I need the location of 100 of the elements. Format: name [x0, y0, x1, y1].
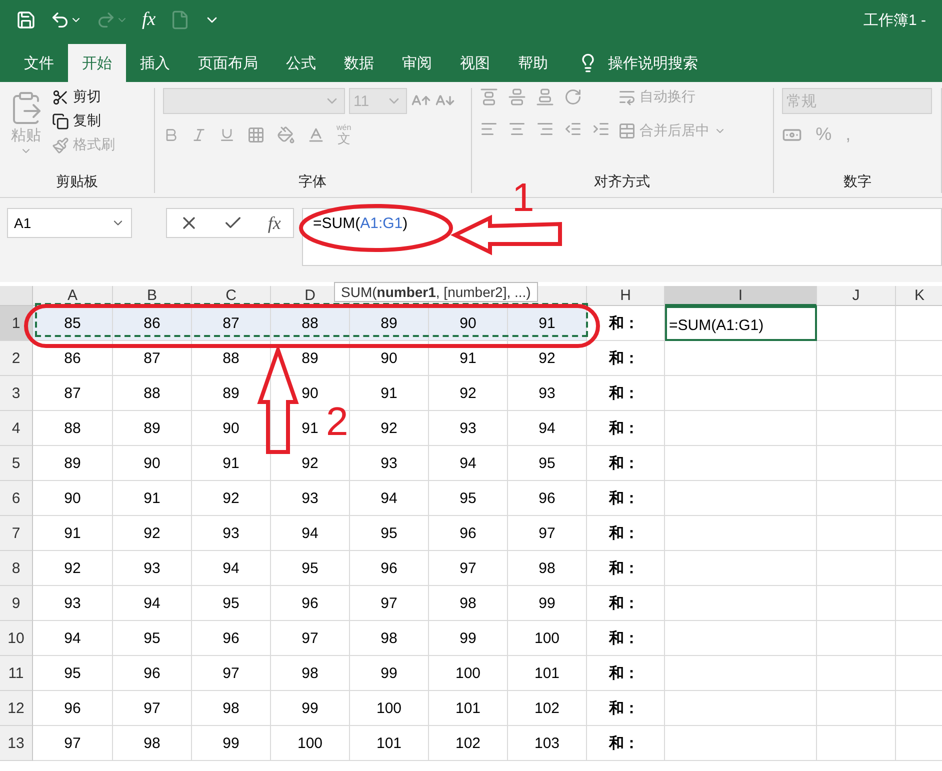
underline-icon[interactable]	[218, 126, 235, 142]
table-cell: 96	[350, 551, 429, 586]
table-cell: 89	[33, 446, 113, 481]
table-cell: 98	[192, 691, 271, 726]
ribbon-tab[interactable]: 数据	[330, 44, 388, 82]
row-header[interactable]: 3	[0, 376, 33, 411]
table-cell: 和：	[587, 551, 665, 586]
table-cell: 92	[429, 376, 508, 411]
table-cell: 97	[271, 621, 350, 656]
row-header[interactable]: 10	[0, 621, 33, 656]
table-cell: 93	[508, 376, 587, 411]
table-cell: 97	[429, 551, 508, 586]
align-left-icon[interactable]	[480, 120, 498, 138]
ribbon-tab[interactable]: 插入	[126, 44, 184, 82]
row-header[interactable]: 5	[0, 446, 33, 481]
tell-me-search[interactable]: 操作说明搜索	[562, 44, 698, 82]
select-all-corner[interactable]	[0, 286, 33, 306]
save-icon[interactable]	[16, 10, 36, 30]
clipboard-button[interactable]: 剪切	[52, 88, 115, 106]
table-cell: 96	[192, 621, 271, 656]
align-top-icon[interactable]	[480, 88, 498, 106]
ribbon-tab[interactable]: 页面布局	[184, 44, 272, 82]
row-header[interactable]: 13	[0, 726, 33, 761]
table-cell: 91	[33, 516, 113, 551]
fill-color-icon[interactable]	[276, 126, 295, 144]
row-header[interactable]: 4	[0, 411, 33, 446]
table-cell: 91	[113, 481, 192, 516]
paintbrush-icon	[52, 136, 69, 154]
row-header[interactable]: 2	[0, 341, 33, 376]
row-header[interactable]: 7	[0, 516, 33, 551]
table-cell: 和：	[587, 691, 665, 726]
align-right-icon[interactable]	[536, 120, 554, 138]
name-box[interactable]: A1	[7, 208, 132, 238]
table-cell: 102	[429, 726, 508, 761]
table-cell: 97	[113, 691, 192, 726]
align-center-icon[interactable]	[508, 120, 526, 138]
table-cell: 92	[350, 411, 429, 446]
table-cell: 和：	[587, 726, 665, 761]
table-cell: 93	[33, 586, 113, 621]
column-header[interactable]: K	[896, 286, 942, 306]
ribbon-tab[interactable]: 文件	[10, 44, 68, 82]
table-cell: 98	[350, 621, 429, 656]
table-cell: 94	[508, 411, 587, 446]
table-cell: 94	[33, 621, 113, 656]
group-title: 剪贴板	[54, 173, 99, 191]
table-cell: 96	[33, 691, 113, 726]
ribbon-tab[interactable]: 开始	[68, 44, 126, 82]
table-cell: 和：	[587, 586, 665, 621]
indent-decrease-icon[interactable]	[564, 120, 582, 138]
group-title: 对齐方式	[593, 173, 652, 191]
table-cell: 90	[113, 446, 192, 481]
borders-icon[interactable]	[246, 126, 265, 144]
table-cell: 95	[429, 481, 508, 516]
table-cell: 96	[508, 481, 587, 516]
row-header[interactable]: 9	[0, 586, 33, 621]
ribbon-tab[interactable]: 审阅	[388, 44, 446, 82]
insert-function-button[interactable]: fx	[268, 212, 281, 234]
font-color-icon[interactable]	[306, 126, 325, 144]
table-cell: 92	[33, 551, 113, 586]
table-cell: 89	[192, 376, 271, 411]
insert-function-button[interactable]: fx	[142, 9, 156, 31]
italic-icon[interactable]	[190, 126, 207, 142]
table-cell: 和：	[587, 621, 665, 656]
ribbon-tab[interactable]: 视图	[446, 44, 504, 82]
table-cell: 97	[33, 726, 113, 761]
table-cell: 86	[113, 306, 192, 341]
table-cell: 99	[508, 586, 587, 621]
table-cell: 99	[350, 656, 429, 691]
table-cell: 92	[113, 516, 192, 551]
ribbon-tab[interactable]: 帮助	[504, 44, 562, 82]
table-cell: 88	[33, 411, 113, 446]
column-header[interactable]: J	[817, 286, 896, 306]
column-header[interactable]: H	[587, 286, 665, 306]
table-cell: 99	[271, 691, 350, 726]
table-cell: 96	[271, 586, 350, 621]
align-bottom-icon[interactable]	[536, 88, 554, 106]
align-middle-icon[interactable]	[508, 88, 526, 106]
table-cell: 91	[508, 306, 587, 341]
orientation-icon[interactable]	[564, 88, 582, 106]
undo-icon[interactable]	[50, 10, 82, 30]
ribbon-tab[interactable]: 公式	[272, 44, 330, 82]
table-cell: 94	[113, 586, 192, 621]
clipboard-button[interactable]: 复制	[52, 112, 115, 130]
row-header[interactable]: 8	[0, 551, 33, 586]
window-title: 工作簿1 -	[863, 10, 926, 30]
column-header[interactable]: I	[665, 286, 817, 306]
row-header[interactable]: 12	[0, 691, 33, 726]
table-cell: 88	[271, 306, 350, 341]
row-header[interactable]: 11	[0, 656, 33, 691]
copy-icon	[52, 112, 69, 130]
table-cell: 和：	[587, 481, 665, 516]
font-name-field[interactable]	[162, 88, 345, 114]
table-cell: 92	[192, 481, 271, 516]
row-header[interactable]: 6	[0, 481, 33, 516]
table-cell: 100	[350, 691, 429, 726]
indent-increase-icon[interactable]	[592, 120, 610, 138]
table-cell: 87	[192, 306, 271, 341]
table-cell: 97	[192, 656, 271, 691]
table-cell: 89	[113, 411, 192, 446]
table-cell: 97	[350, 586, 429, 621]
